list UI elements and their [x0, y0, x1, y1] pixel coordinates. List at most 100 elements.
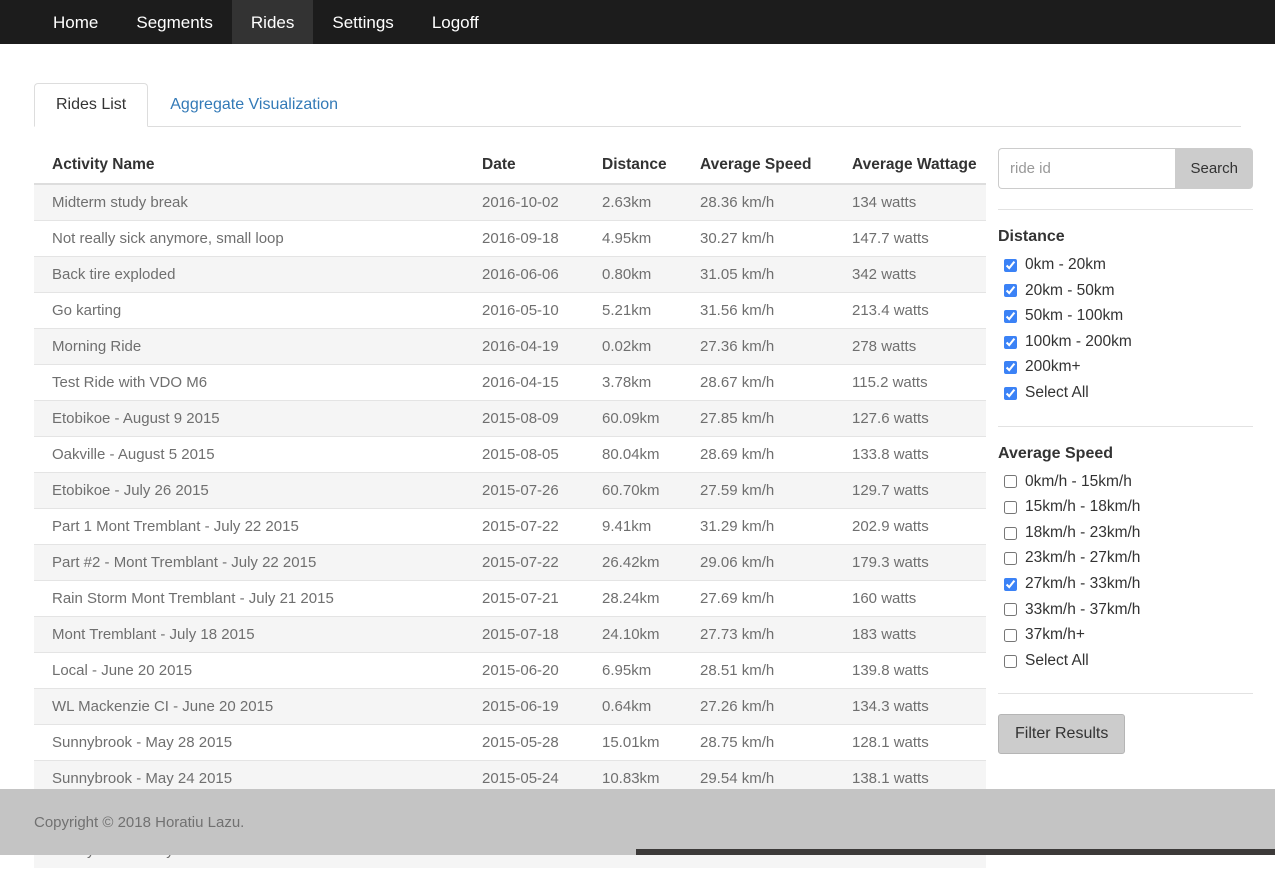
speed-option-15km-h-18km-h[interactable]: 15km/h - 18km/h	[998, 494, 1253, 520]
distance-option-label: 50km - 100km	[1025, 307, 1124, 325]
cell-activity-name: Etobikoe - July 26 2015	[34, 472, 464, 509]
table-row[interactable]: Test Ride with VDO M6 2016-04-15 3.78km 28.…	[34, 364, 986, 401]
table-row[interactable]: Back tire exploded 2016-06-06 0.80km 31.05 …	[34, 256, 986, 293]
cell-average-wattage: 183 watts	[834, 616, 986, 653]
table-row[interactable]: Part #2 - Mont Tremblant - July 22 2015 2…	[34, 544, 986, 581]
cell-average-wattage: 202.9 watts	[834, 508, 986, 545]
column-header-activity-name[interactable]: Activity Name	[34, 148, 464, 185]
table-row[interactable]: WL Mackenzie CI - June 20 2015 2015-06-19…	[34, 688, 986, 725]
nav-item-segments[interactable]: Segments	[117, 0, 232, 44]
cell-distance: 15.01km	[584, 724, 682, 761]
divider-top	[998, 209, 1253, 210]
distance-option-100km-200km[interactable]: 100km - 200km	[998, 329, 1253, 355]
tab-aggregate-visualization[interactable]: Aggregate Visualization	[148, 83, 360, 127]
cell-date: 2015-06-20	[464, 652, 584, 689]
cell-activity-name: Part 1 Mont Tremblant - July 22 2015	[34, 508, 464, 545]
table-row[interactable]: Local - June 20 2015 2015-06-20 6.95km 28.5…	[34, 652, 986, 689]
distance-option-label: 20km - 50km	[1025, 281, 1115, 299]
cell-distance: 9.41km	[584, 508, 682, 545]
table-row[interactable]: Not really sick anymore, small loop 2016-…	[34, 220, 986, 257]
table-row[interactable]: Part 1 Mont Tremblant - July 22 2015 2015…	[34, 508, 986, 545]
cell-date: 2016-06-06	[464, 256, 584, 293]
cell-average-speed: 28.51 km/h	[682, 652, 834, 689]
speed-option-0km-h-15km-h[interactable]: 0km/h - 15km/h	[998, 469, 1253, 495]
cell-average-wattage: 160 watts	[834, 580, 986, 617]
cell-distance: 26.42km	[584, 544, 682, 581]
cell-date: 2015-07-22	[464, 544, 584, 581]
nav-item-settings[interactable]: Settings	[313, 0, 412, 44]
speed-option-label: 15km/h - 18km/h	[1025, 498, 1141, 516]
speed-option-27km-h-33km-h[interactable]: 27km/h - 33km/h	[998, 571, 1253, 597]
cell-average-speed: 30.27 km/h	[682, 220, 834, 257]
distance-checkbox[interactable]	[1004, 386, 1017, 400]
distance-option-200km[interactable]: 200km+	[998, 354, 1253, 380]
cell-date: 2015-07-21	[464, 580, 584, 617]
search-button[interactable]: Search	[1175, 148, 1253, 189]
cell-average-speed: 31.29 km/h	[682, 508, 834, 545]
speed-option-label: Select All	[1025, 651, 1089, 669]
cell-average-speed: 28.67 km/h	[682, 364, 834, 401]
cell-distance: 60.70km	[584, 472, 682, 509]
nav-item-home[interactable]: Home	[34, 0, 117, 44]
distance-checkbox[interactable]	[1004, 361, 1017, 375]
cell-distance: 6.95km	[584, 652, 682, 689]
speed-checkbox[interactable]	[1004, 552, 1017, 566]
distance-checkbox[interactable]	[1004, 284, 1017, 298]
speed-option-18km-h-23km-h[interactable]: 18km/h - 23km/h	[998, 520, 1253, 546]
speed-checkbox[interactable]	[1004, 577, 1017, 591]
speed-option-37km-h[interactable]: 37km/h+	[998, 622, 1253, 648]
distance-option-50km-100km[interactable]: 50km - 100km	[998, 303, 1253, 329]
cell-average-wattage: 127.6 watts	[834, 400, 986, 437]
speed-option-label: 23km/h - 27km/h	[1025, 549, 1141, 567]
cell-distance: 28.24km	[584, 580, 682, 617]
cell-distance: 80.04km	[584, 436, 682, 473]
speed-checkbox[interactable]	[1004, 500, 1017, 514]
speed-checkbox[interactable]	[1004, 654, 1017, 668]
table-row[interactable]: Rain Storm Mont Tremblant - July 21 2015…	[34, 580, 986, 617]
distance-checkbox[interactable]	[1004, 335, 1017, 349]
cell-average-speed: 28.36 km/h	[682, 183, 834, 221]
nav-item-rides[interactable]: Rides	[231, 0, 314, 44]
cell-activity-name: Local - June 20 2015	[34, 652, 464, 689]
cell-average-speed: 27.36 km/h	[682, 328, 834, 365]
table-row[interactable]: Mont Tremblant - July 18 2015 2015-07-18 2…	[34, 616, 986, 653]
column-header-average-wattage[interactable]: Average Wattage	[834, 148, 986, 185]
search-input[interactable]	[998, 148, 1176, 189]
speed-checkbox[interactable]	[1004, 475, 1017, 489]
speed-option-label: 18km/h - 23km/h	[1025, 523, 1141, 541]
speed-option-select-all[interactable]: Select All	[998, 648, 1253, 674]
cell-distance: 0.64km	[584, 688, 682, 725]
speed-option-label: 37km/h+	[1025, 626, 1085, 644]
speed-checkbox[interactable]	[1004, 526, 1017, 540]
filter-results-button[interactable]: Filter Results	[998, 714, 1126, 755]
cell-activity-name: Test Ride with VDO M6	[34, 364, 464, 401]
table-row[interactable]: Sunnybrook - May 28 2015 2015-05-28 15.01k…	[34, 724, 986, 761]
cell-average-speed: 28.75 km/h	[682, 724, 834, 761]
distance-checkbox[interactable]	[1004, 258, 1017, 272]
tab-rides-list[interactable]: Rides List	[34, 82, 149, 127]
speed-option-33km-h-37km-h[interactable]: 33km/h - 37km/h	[998, 597, 1253, 623]
distance-option-label: 0km - 20km	[1025, 256, 1106, 273]
distance-option-select-all[interactable]: Select All	[998, 380, 1253, 406]
cell-activity-name: Oakville - August 5 2015	[34, 436, 464, 473]
distance-checkbox[interactable]	[1004, 309, 1017, 323]
cell-date: 2016-10-02	[464, 183, 584, 221]
speed-checkbox[interactable]	[1004, 603, 1017, 617]
speed-checkbox[interactable]	[1004, 628, 1017, 642]
cell-average-speed: 28.69 km/h	[682, 436, 834, 473]
table-row[interactable]: Etobikoe - July 26 2015 2015-07-26 60.70km…	[34, 472, 986, 509]
table-row[interactable]: Oakville - August 5 2015 2015-08-05 80.04k…	[34, 436, 986, 473]
column-header-average-speed[interactable]: Average Speed	[682, 148, 834, 185]
distance-option-label: 100km - 200km	[1025, 332, 1132, 350]
table-row[interactable]: Etobikoe - August 9 2015 2015-08-09 60.09k…	[34, 400, 986, 437]
distance-option-20km-50km[interactable]: 20km - 50km	[998, 278, 1253, 304]
speed-option-23km-h-27km-h[interactable]: 23km/h - 27km/h	[998, 545, 1253, 571]
table-row[interactable]: Go karting 2016-05-10 5.21km 31.56 km/h 213.…	[34, 292, 986, 329]
nav-item-logoff[interactable]: Logoff	[413, 0, 498, 44]
table-row[interactable]: Midterm study break 2016-10-02 2.63km 28.36…	[34, 183, 986, 221]
distance-option-0km-20km[interactable]: 0km - 20km	[998, 252, 1253, 278]
table-row[interactable]: Morning Ride 2016-04-19 0.02km 27.36 km/h 27…	[34, 328, 986, 365]
cell-date: 2016-05-10	[464, 292, 584, 329]
column-header-date[interactable]: Date	[464, 148, 584, 185]
column-header-distance[interactable]: Distance	[584, 148, 682, 185]
